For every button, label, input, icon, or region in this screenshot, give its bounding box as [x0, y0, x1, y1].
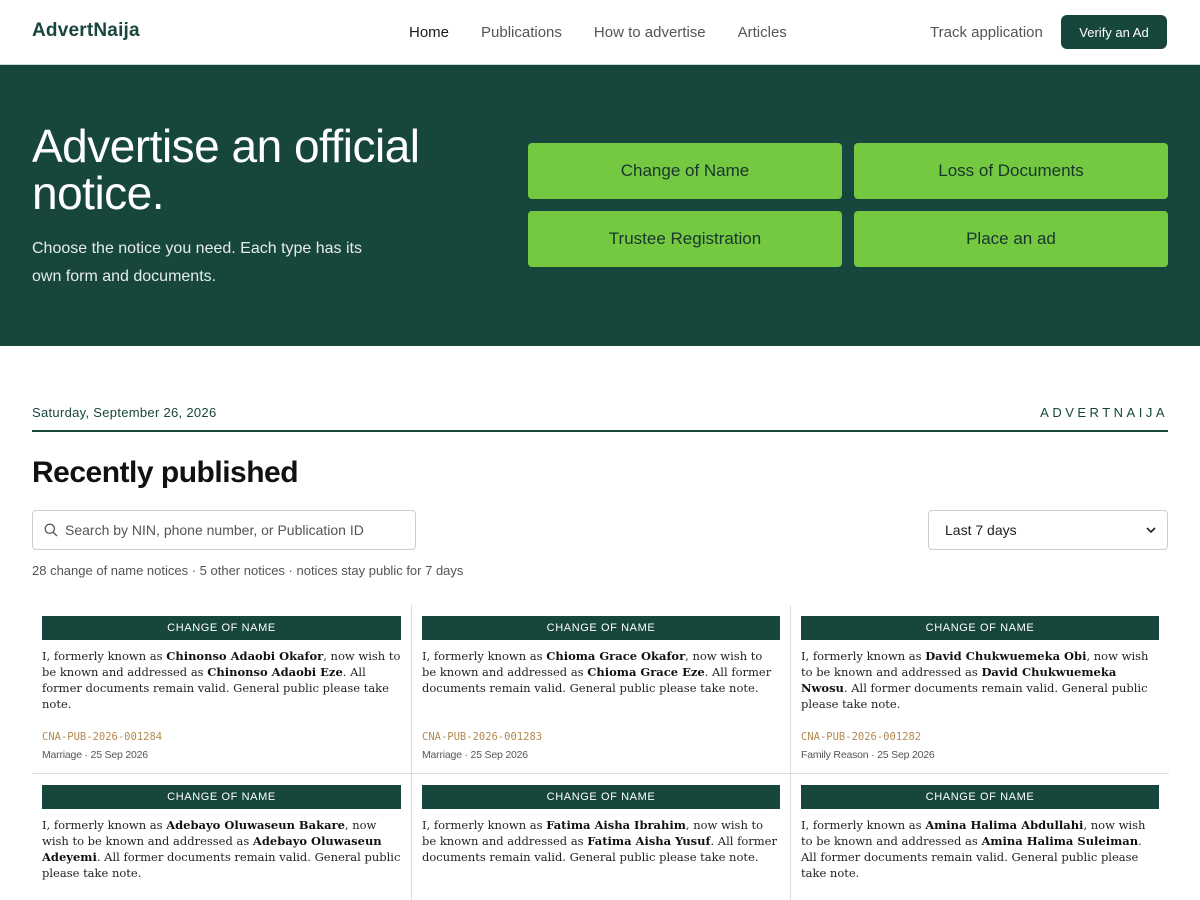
- former-name: Chinonso Adaobi Okafor: [166, 649, 324, 663]
- search-icon: [44, 523, 58, 537]
- notice-counts: 28 change of name notices · 5 other noti…: [32, 563, 464, 578]
- notice-text: I, formerly known as Fatima Aisha Ibrahi…: [422, 818, 777, 864]
- notice-text: I, formerly known as Chioma Grace Okafor…: [422, 649, 772, 695]
- brand-logo-link[interactable]: AdvertNaija: [32, 20, 140, 42]
- nav-articles[interactable]: Articles: [738, 24, 787, 41]
- notice-type-tag: CHANGE OF NAME: [422, 616, 780, 640]
- chevron-down-icon: [1146, 527, 1156, 534]
- trustee-registration-button[interactable]: Trustee Registration: [528, 211, 842, 267]
- notice-card[interactable]: CHANGE OF NAME I, formerly known as Amin…: [790, 774, 1169, 900]
- notice-type-tag: CHANGE OF NAME: [422, 785, 780, 809]
- notice-meta: Marriage · 25 Sep 2026: [42, 749, 148, 761]
- notice-type-tag: CHANGE OF NAME: [42, 785, 401, 809]
- masthead: ADVERTNAIJA: [1040, 405, 1168, 420]
- publication-id: CNA-PUB-2026-001283: [422, 731, 543, 743]
- former-name: Amina Halima Abdullahi: [925, 818, 1084, 832]
- notice-meta: Marriage · 25 Sep 2026: [422, 749, 528, 761]
- date-range-select[interactable]: Last 7 days: [928, 510, 1168, 550]
- dateline-strip: Saturday, September 26, 2026 ADVERTNAIJA: [32, 404, 1168, 432]
- nav-publications[interactable]: Publications: [481, 24, 562, 41]
- search-box[interactable]: [32, 510, 416, 550]
- new-name: Fatima Aisha Yusuf: [587, 834, 711, 848]
- nav-how-to-advertise[interactable]: How to advertise: [594, 24, 706, 41]
- notice-text: I, formerly known as Chinonso Adaobi Oka…: [42, 649, 401, 711]
- notice-card[interactable]: CHANGE OF NAME I, formerly known as Chio…: [411, 605, 790, 774]
- notice-card[interactable]: CHANGE OF NAME I, formerly known as Adeb…: [32, 774, 411, 900]
- notice-text: I, formerly known as Adebayo Oluwaseun B…: [42, 818, 401, 880]
- former-name: Chioma Grace Okafor: [546, 649, 686, 663]
- notice-text: I, formerly known as Amina Halima Abdull…: [801, 818, 1146, 880]
- new-name: Chioma Grace Eze: [587, 665, 705, 679]
- notice-type-tag: CHANGE OF NAME: [42, 616, 401, 640]
- notice-meta: Family Reason · 25 Sep 2026: [801, 749, 935, 761]
- notice-card[interactable]: CHANGE OF NAME I, formerly known as Davi…: [790, 605, 1169, 774]
- track-application-link[interactable]: Track application: [930, 24, 1043, 41]
- main-nav: Home Publications How to advertise Artic…: [409, 24, 787, 41]
- former-name: Adebayo Oluwaseun Bakare: [166, 818, 345, 832]
- new-name: Amina Halima Suleiman: [981, 834, 1139, 848]
- notice-type-tag: CHANGE OF NAME: [801, 616, 1159, 640]
- former-name: David Chukwuemeka Obi: [925, 649, 1087, 663]
- new-name: Chinonso Adaobi Eze: [207, 665, 343, 679]
- nav-home[interactable]: Home: [409, 24, 449, 41]
- hero-title: Advertise an official notice.: [32, 120, 420, 219]
- notice-card[interactable]: CHANGE OF NAME I, formerly known as Chin…: [32, 605, 411, 774]
- notice-card[interactable]: CHANGE OF NAME I, formerly known as Fati…: [411, 774, 790, 900]
- loss-of-documents-button[interactable]: Loss of Documents: [854, 143, 1168, 199]
- publication-id: CNA-PUB-2026-001282: [801, 731, 922, 743]
- place-an-ad-button[interactable]: Place an ad: [854, 211, 1168, 267]
- notice-text: I, formerly known as David Chukwuemeka O…: [801, 649, 1149, 711]
- change-of-name-button[interactable]: Change of Name: [528, 143, 842, 199]
- date-range-value: Last 7 days: [945, 522, 1017, 538]
- top-navigation-bar: AdvertNaija Home Publications How to adv…: [0, 0, 1200, 65]
- notice-type-tag: CHANGE OF NAME: [801, 785, 1159, 809]
- current-date: Saturday, September 26, 2026: [32, 405, 217, 420]
- hero-section: Advertise an official notice. Choose the…: [0, 65, 1200, 346]
- former-name: Fatima Aisha Ibrahim: [546, 818, 686, 832]
- publication-id: CNA-PUB-2026-001284: [42, 731, 163, 743]
- hero-subtitle: Choose the notice you need. Each type ha…: [32, 240, 362, 285]
- search-input[interactable]: [65, 511, 405, 549]
- verify-ad-button[interactable]: Verify an Ad: [1061, 15, 1167, 49]
- section-title: Recently published: [32, 456, 299, 489]
